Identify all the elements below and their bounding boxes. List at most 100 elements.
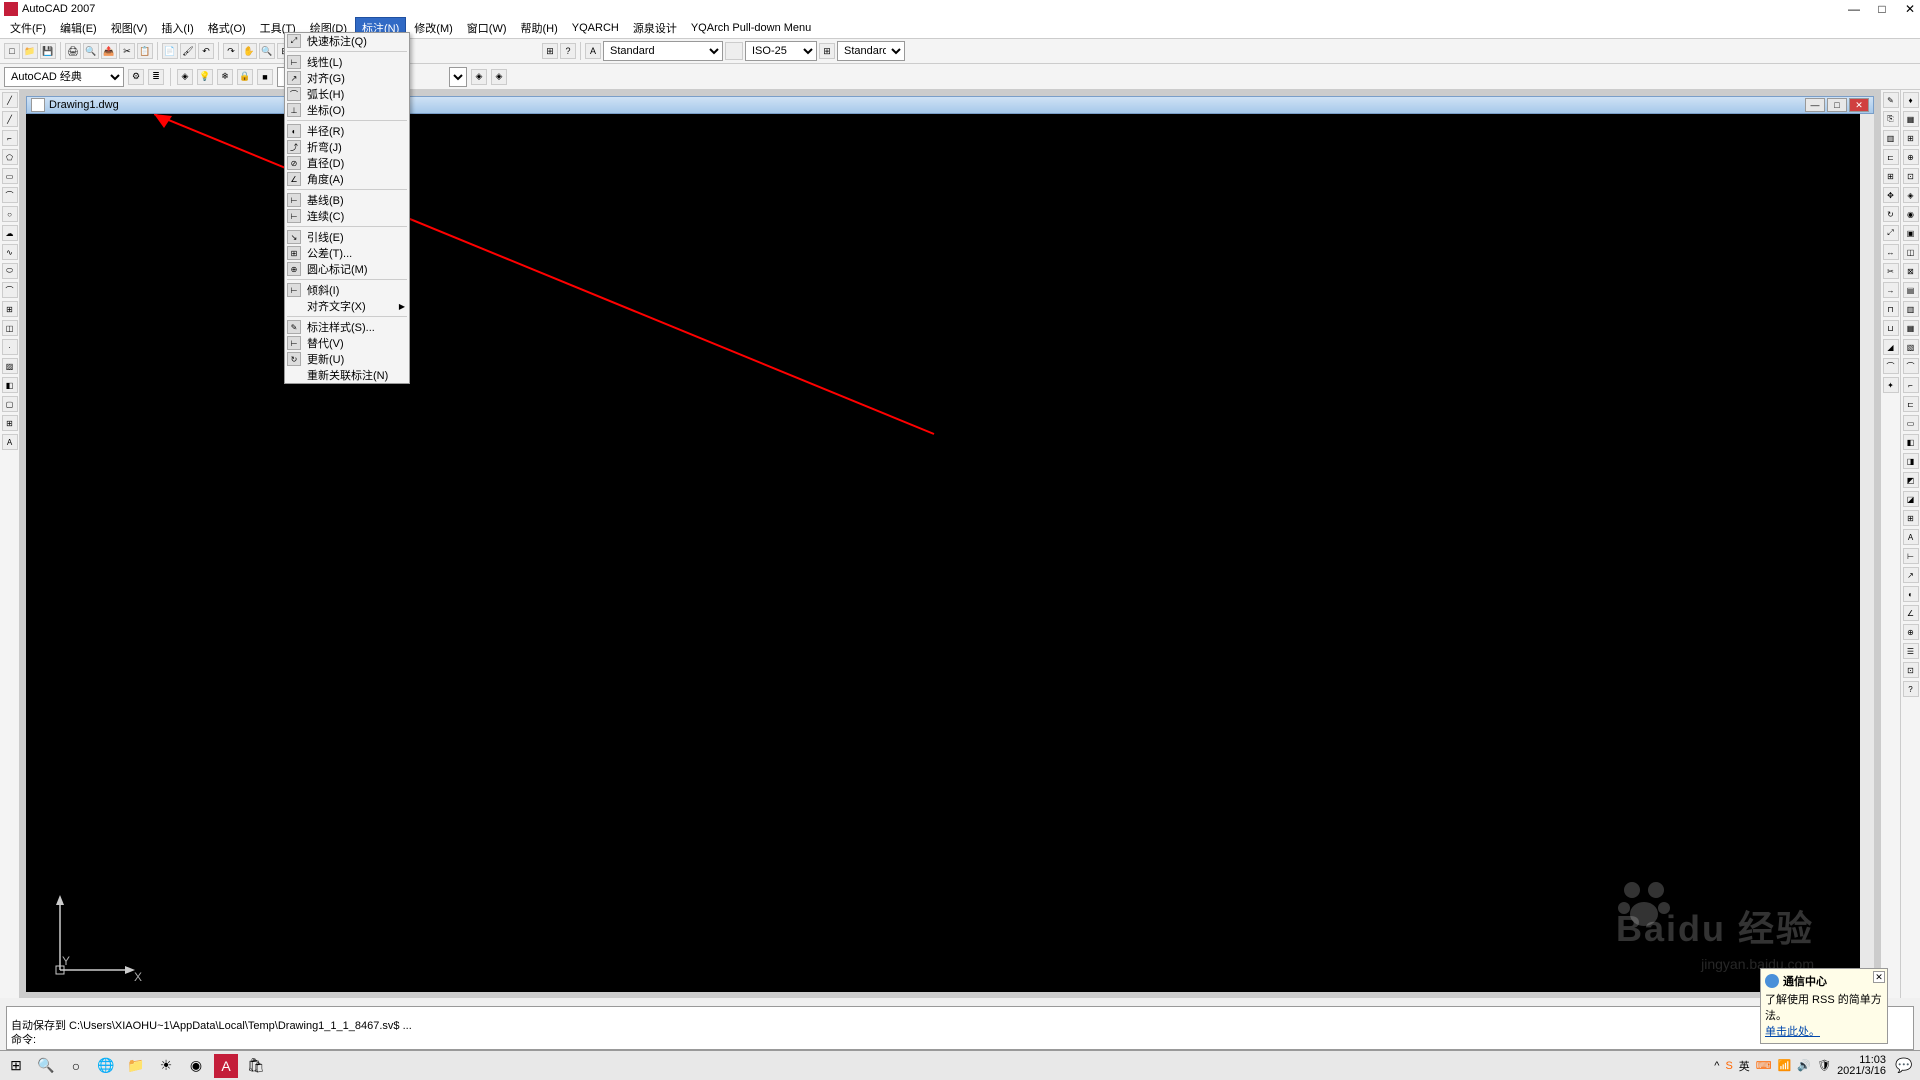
menu-item-0[interactable]: 文件(F): [4, 18, 52, 38]
rotate-icon[interactable]: ↻: [1883, 206, 1899, 222]
block-icon[interactable]: ⊞: [542, 43, 558, 59]
arc-icon[interactable]: ⌒: [2, 187, 18, 203]
yq-20-icon[interactable]: ◨: [1903, 453, 1919, 469]
doc-minimize-button[interactable]: —: [1805, 98, 1825, 112]
yq-31-icon[interactable]: ⊡: [1903, 662, 1919, 678]
weather-icon[interactable]: ☀: [154, 1054, 178, 1078]
doc-maximize-button[interactable]: □: [1827, 98, 1847, 112]
yq-29-icon[interactable]: ⊕: [1903, 624, 1919, 640]
trim-icon[interactable]: ✂: [1883, 263, 1899, 279]
make-block-icon[interactable]: ◫: [2, 320, 18, 336]
menu-item-11[interactable]: YQARCH: [566, 20, 625, 36]
array-icon[interactable]: ⊞: [1883, 168, 1899, 184]
plot-preview-icon[interactable]: 🔍: [83, 43, 99, 59]
zoom-icon[interactable]: 🔍: [259, 43, 275, 59]
erase-icon[interactable]: ✎: [1883, 92, 1899, 108]
menu-option[interactable]: ⊞公差(T)...: [285, 245, 409, 261]
text-style-icon[interactable]: A: [585, 43, 601, 59]
menu-item-3[interactable]: 插入(I): [155, 18, 199, 38]
circle-icon[interactable]: ○: [2, 206, 18, 222]
yq-18-icon[interactable]: ▭: [1903, 415, 1919, 431]
yq-26-icon[interactable]: ↗: [1903, 567, 1919, 583]
region-icon[interactable]: ▢: [2, 396, 18, 412]
tray-ime-icon[interactable]: ⌨: [1756, 1059, 1772, 1072]
yq-8-icon[interactable]: ▣: [1903, 225, 1919, 241]
menu-item-4[interactable]: 格式(O): [202, 18, 252, 38]
chrome-icon[interactable]: ◉: [184, 1054, 208, 1078]
menu-item-8[interactable]: 修改(M): [408, 18, 459, 38]
start-button[interactable]: ⊞: [4, 1054, 28, 1078]
cortana-icon[interactable]: ○: [64, 1054, 88, 1078]
print-icon[interactable]: 🖨: [65, 43, 81, 59]
yq-21-icon[interactable]: ◩: [1903, 472, 1919, 488]
tooltip-close-button[interactable]: ✕: [1873, 971, 1885, 983]
yq-23-icon[interactable]: ⊞: [1903, 510, 1919, 526]
layer-freeze-icon[interactable]: ❄: [217, 69, 233, 85]
menu-option[interactable]: ⊢倾斜(I): [285, 282, 409, 298]
doc-close-button[interactable]: ✕: [1849, 98, 1869, 112]
yq-5-icon[interactable]: ⊡: [1903, 168, 1919, 184]
gradient-icon[interactable]: ◧: [2, 377, 18, 393]
menu-option[interactable]: ∠角度(A): [285, 171, 409, 187]
yq-4-icon[interactable]: ⊕: [1903, 149, 1919, 165]
menu-item-13[interactable]: YQArch Pull-down Menu: [685, 20, 817, 36]
layerstate-select[interactable]: [449, 67, 467, 87]
ellipse-icon[interactable]: ⬭: [2, 263, 18, 279]
yq-22-icon[interactable]: ◪: [1903, 491, 1919, 507]
new-icon[interactable]: □: [4, 43, 20, 59]
menu-option[interactable]: ↻更新(U): [285, 351, 409, 367]
tray-clock[interactable]: 11:03 2021/3/16: [1837, 1055, 1886, 1077]
yq-17-icon[interactable]: ⊏: [1903, 396, 1919, 412]
mtext-icon[interactable]: A: [2, 434, 18, 450]
yq-11-icon[interactable]: ▤: [1903, 282, 1919, 298]
tray-network-icon[interactable]: 📶: [1778, 1059, 1792, 1072]
minimize-button[interactable]: —: [1848, 3, 1860, 15]
menu-option[interactable]: ⊢基线(B): [285, 192, 409, 208]
insert-block-icon[interactable]: ⊞: [2, 301, 18, 317]
menu-item-10[interactable]: 帮助(H): [515, 18, 564, 38]
menu-option[interactable]: 对齐文字(X)▶: [285, 298, 409, 314]
workspace-select[interactable]: AutoCAD 经典: [4, 67, 124, 87]
construction-line-icon[interactable]: ╱: [2, 111, 18, 127]
menu-option[interactable]: ⊕圆心标记(M): [285, 261, 409, 277]
yq-32-icon[interactable]: ?: [1903, 681, 1919, 697]
rectangle-icon[interactable]: ▭: [2, 168, 18, 184]
tray-lang-indicator[interactable]: 英: [1739, 1058, 1750, 1074]
yq-16-icon[interactable]: ⌐: [1903, 377, 1919, 393]
publish-icon[interactable]: 📤: [101, 43, 117, 59]
yq-1-icon[interactable]: ♦: [1903, 92, 1919, 108]
menu-option[interactable]: ↗对齐(G): [285, 70, 409, 86]
copy-obj-icon[interactable]: ⎘: [1883, 111, 1899, 127]
explorer-icon[interactable]: 📁: [124, 1054, 148, 1078]
yq-25-icon[interactable]: ⊢: [1903, 548, 1919, 564]
dim-style-select[interactable]: ISO-25: [745, 41, 817, 61]
tray-notification-icon[interactable]: 💬: [1892, 1054, 1916, 1078]
yq-10-icon[interactable]: ⊠: [1903, 263, 1919, 279]
yq-9-icon[interactable]: ◫: [1903, 244, 1919, 260]
join-icon[interactable]: ⊔: [1883, 320, 1899, 336]
paste-icon[interactable]: 📄: [162, 43, 178, 59]
layer-on-icon[interactable]: 💡: [197, 69, 213, 85]
point-icon[interactable]: ·: [2, 339, 18, 355]
stretch-icon[interactable]: ↔: [1883, 244, 1899, 260]
yq-12-icon[interactable]: ▥: [1903, 301, 1919, 317]
menu-option[interactable]: ✎标注样式(S)...: [285, 319, 409, 335]
yq-24-icon[interactable]: A: [1903, 529, 1919, 545]
offset-icon[interactable]: ⊏: [1883, 149, 1899, 165]
revision-cloud-icon[interactable]: ☁: [2, 225, 18, 241]
save-icon[interactable]: 💾: [40, 43, 56, 59]
dim-style-icon[interactable]: [725, 42, 743, 60]
yq-13-icon[interactable]: ▦: [1903, 320, 1919, 336]
menu-item-12[interactable]: 源泉设计: [627, 18, 683, 38]
menu-option[interactable]: ⌒弧长(H): [285, 86, 409, 102]
explode-icon[interactable]: ✦: [1883, 377, 1899, 393]
yq-14-icon[interactable]: ▧: [1903, 339, 1919, 355]
table-style-select[interactable]: Standard: [837, 41, 905, 61]
fillet-icon[interactable]: ⌒: [1883, 358, 1899, 374]
tray-volume-icon[interactable]: 🔊: [1797, 1059, 1811, 1072]
close-button[interactable]: ✕: [1904, 3, 1916, 15]
spline-icon[interactable]: ∿: [2, 244, 18, 260]
menu-option[interactable]: ⊥坐标(O): [285, 102, 409, 118]
text-style-select[interactable]: Standard: [603, 41, 723, 61]
tray-security-icon[interactable]: 🛡: [1817, 1059, 1831, 1072]
